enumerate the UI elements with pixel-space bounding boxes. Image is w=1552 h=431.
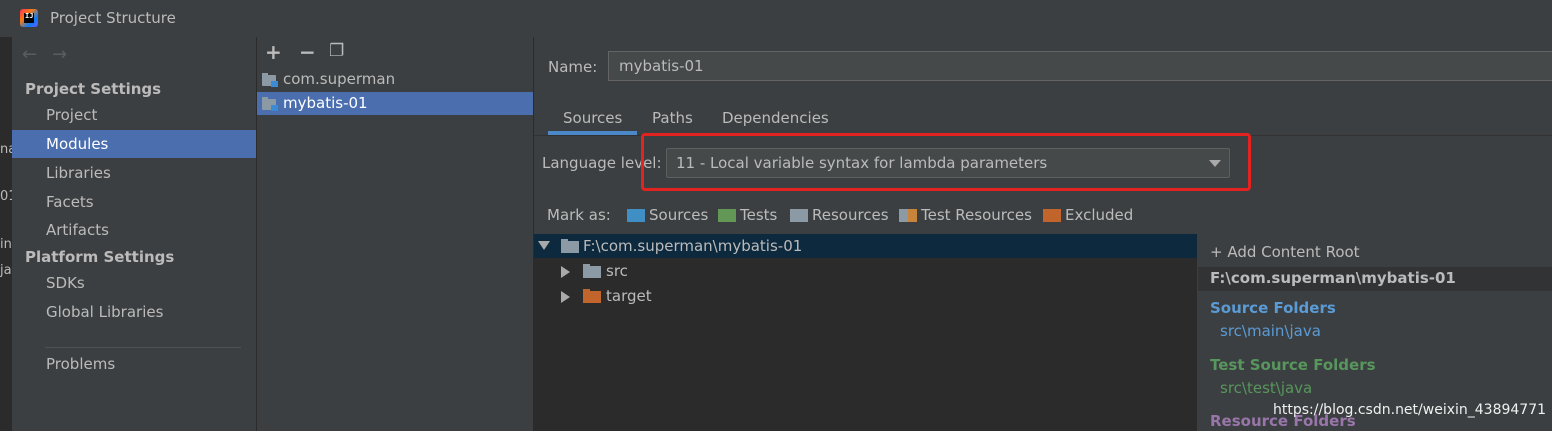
intellij-app-icon-inner: IJ — [24, 12, 34, 23]
back-arrow-icon[interactable]: ← — [22, 44, 37, 65]
tab-sources[interactable]: Sources — [563, 109, 622, 127]
sidebar-divider — [45, 347, 241, 348]
watermark-text: https://blog.csdn.net/weixin_43894771 — [1273, 402, 1547, 418]
project-settings-heading: Project Settings — [25, 80, 162, 98]
sidebar-item-artifacts[interactable]: Artifacts — [12, 216, 256, 244]
copy-icon[interactable]: ❐ — [329, 41, 344, 61]
sidebar-item-project[interactable]: Project — [12, 101, 256, 129]
resources-folder-icon — [790, 209, 808, 222]
sidebar-item-problems[interactable]: Problems — [12, 350, 256, 378]
content-root-tree: F:\com.superman\mybatis-01 src target — [534, 234, 1197, 431]
module-name-field[interactable]: mybatis-01 — [608, 51, 1552, 81]
expand-arrow-icon — [561, 266, 570, 278]
tree-root-node[interactable]: F:\com.superman\mybatis-01 — [534, 234, 1197, 258]
settings-sidebar: ← → Project Settings Project Modules Lib… — [12, 37, 257, 431]
expand-arrow-icon — [561, 291, 570, 303]
tab-paths[interactable]: Paths — [652, 109, 693, 127]
tab-dependencies[interactable]: Dependencies — [722, 109, 829, 127]
window-title: Project Structure — [50, 9, 176, 27]
excluded-folder-icon — [1043, 209, 1061, 222]
tree-node-src[interactable]: src — [534, 259, 1197, 283]
module-editor: Name: mybatis-01 Sources Paths Dependenc… — [534, 37, 1552, 431]
edge-text: in — [0, 237, 12, 252]
content-root-path: F:\com.superman\mybatis-01 — [1210, 269, 1456, 287]
sources-folder-icon — [627, 209, 645, 222]
source-folder-path[interactable]: src\main\java — [1220, 322, 1321, 340]
platform-settings-heading: Platform Settings — [25, 248, 175, 266]
source-folders-heading: Source Folders — [1210, 299, 1336, 317]
title-bar — [0, 0, 1552, 38]
module-item-com-superman[interactable]: com.superman — [257, 68, 533, 91]
edge-text: ja — [0, 263, 12, 278]
sidebar-item-facets[interactable]: Facets — [12, 188, 256, 216]
add-icon[interactable]: + — [265, 40, 282, 64]
remove-icon[interactable]: − — [299, 40, 316, 64]
sidebar-item-libraries[interactable]: Libraries — [12, 159, 256, 187]
add-content-root-button[interactable]: + Add Content Root — [1210, 243, 1360, 261]
module-folder-icon — [262, 73, 278, 87]
sidebar-item-sdks[interactable]: SDKs — [12, 269, 256, 297]
collapse-arrow-icon — [538, 241, 550, 250]
red-annotation-box — [641, 133, 1251, 191]
sidebar-item-modules[interactable]: Modules — [12, 130, 256, 158]
forward-arrow-icon[interactable]: → — [52, 44, 67, 65]
folder-icon — [583, 264, 601, 278]
sidebar-item-global-libraries[interactable]: Global Libraries — [12, 298, 256, 326]
folder-icon — [561, 239, 579, 253]
test-source-folders-heading: Test Source Folders — [1210, 356, 1376, 374]
module-folder-icon — [262, 97, 278, 111]
test-resources-folder-icon — [899, 209, 917, 222]
tests-folder-icon — [718, 209, 736, 222]
tree-node-target[interactable]: target — [534, 284, 1197, 308]
excluded-folder-icon — [583, 289, 601, 303]
mark-as-label: Mark as: — [547, 206, 611, 224]
background-window-edge: na 01 in ja — [0, 37, 17, 431]
module-list-panel: + − ❐ com.superman mybatis-01 — [257, 37, 534, 431]
module-item-mybatis-01[interactable]: mybatis-01 — [257, 92, 533, 115]
name-label: Name: — [548, 58, 598, 76]
test-source-folder-path[interactable]: src\test\java — [1220, 379, 1312, 397]
